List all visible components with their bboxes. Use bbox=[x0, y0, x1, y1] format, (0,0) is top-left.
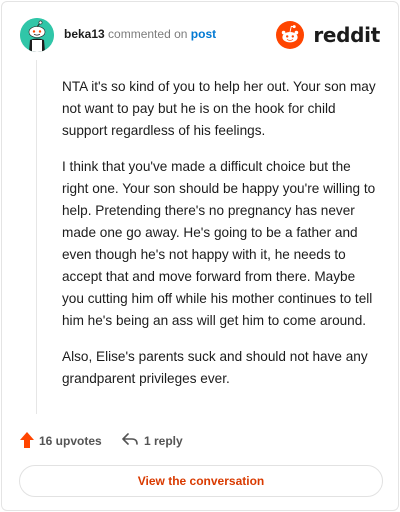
comment-body: NTA it's so kind of you to help her out.… bbox=[62, 76, 378, 404]
reddit-wordmark: reddit bbox=[313, 23, 380, 47]
comment-card: beka13 commented on post reddit NTA it's… bbox=[1, 1, 399, 511]
username[interactable]: beka13 bbox=[64, 27, 105, 41]
comment-paragraph: NTA it's so kind of you to help her out.… bbox=[62, 79, 376, 138]
comment-byline: beka13 commented on post bbox=[64, 27, 216, 41]
thread-line[interactable] bbox=[36, 60, 37, 414]
comment-paragraph: I think that you've made a difficult cho… bbox=[62, 159, 376, 328]
reddit-logo-icon bbox=[276, 21, 304, 49]
reply-count: 1 reply bbox=[144, 434, 183, 448]
post-link[interactable]: post bbox=[191, 27, 216, 41]
comment-paragraph: Also, Elise's parents suck and should no… bbox=[62, 349, 368, 386]
comment-header: beka13 commented on post reddit bbox=[20, 18, 380, 52]
upvote-button[interactable]: 16 upvotes bbox=[20, 430, 110, 452]
upvote-arrow-icon bbox=[20, 432, 34, 448]
commented-on-text: commented on bbox=[108, 27, 188, 41]
snoo-avatar-icon bbox=[20, 18, 54, 52]
upvote-count: 16 upvotes bbox=[39, 434, 102, 448]
avatar[interactable] bbox=[20, 18, 54, 52]
reply-button[interactable]: 1 reply bbox=[122, 430, 202, 452]
reply-arrow-icon bbox=[122, 433, 138, 445]
view-conversation-button[interactable]: View the conversation bbox=[19, 465, 383, 497]
